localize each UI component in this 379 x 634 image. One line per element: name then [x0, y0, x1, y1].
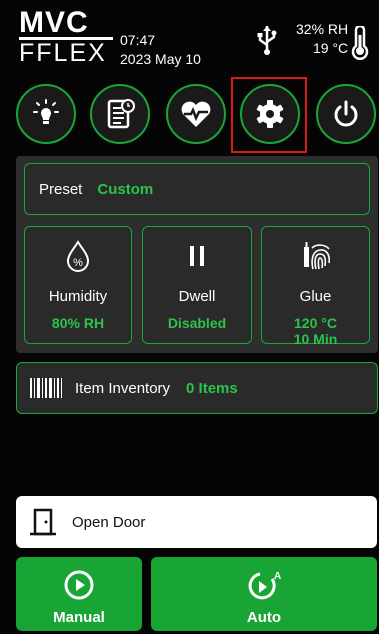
glue-card[interactable]: Glue 120 °C 10 Min — [261, 226, 370, 347]
item-inventory-count: 0 Items — [186, 379, 238, 397]
door-icon — [30, 508, 56, 536]
humidity-readout: 32% RH — [296, 21, 349, 37]
svg-text:A: A — [274, 571, 281, 582]
power-icon — [334, 100, 358, 127]
preset-selector[interactable]: Preset Custom — [24, 163, 370, 215]
dwell-label: Dwell — [178, 288, 216, 305]
open-door-label: Open Door — [72, 513, 146, 531]
barcode-icon — [30, 378, 62, 398]
usb-icon — [256, 25, 278, 55]
open-door-button[interactable]: Open Door — [16, 496, 377, 548]
logo-fflex: FFLEX — [19, 39, 107, 67]
glue-temperature: 120 °C — [294, 315, 337, 331]
dwell-card[interactable]: Dwell Disabled — [142, 226, 252, 344]
item-inventory-label: Item Inventory — [75, 379, 171, 397]
pause-icon — [143, 239, 251, 273]
settings-selection-highlight — [231, 77, 307, 153]
logo-mvc: MVC — [19, 6, 89, 39]
auto-play-icon: A — [248, 571, 281, 600]
humidity-value: 80% RH — [51, 315, 105, 331]
auto-label: Auto — [246, 609, 282, 626]
dwell-value: Disabled — [167, 315, 227, 331]
preset-value: Custom — [97, 180, 154, 198]
glue-fingerprint-icon — [262, 239, 369, 273]
glue-duration: 10 Min — [293, 331, 338, 347]
manual-label: Manual — [53, 609, 105, 626]
heart-pulse-icon — [181, 101, 211, 127]
thermometer-icon — [348, 24, 372, 60]
power-button[interactable] — [316, 84, 376, 144]
checklist-clock-icon — [107, 99, 135, 129]
preset-label: Preset — [39, 180, 83, 198]
humidity-card[interactable]: % Humidity 80% RH — [24, 226, 132, 344]
glue-value: 120 °C 10 Min — [262, 315, 369, 347]
manual-button[interactable]: Manual — [16, 557, 142, 631]
temperature-readout: 19 °C — [313, 40, 349, 56]
play-circle-icon — [64, 570, 94, 600]
humidity-label: Humidity — [48, 288, 108, 305]
lightbulb-icon — [33, 99, 59, 124]
svg-text:%: % — [73, 257, 83, 269]
clock-time: 07:47 — [120, 32, 156, 48]
lights-button[interactable] — [16, 84, 76, 144]
humidity-drop-icon: % — [25, 239, 131, 273]
glue-label: Glue — [299, 288, 332, 305]
auto-button[interactable]: A Auto — [151, 557, 377, 631]
health-button[interactable] — [166, 84, 226, 144]
clock-date: 2023 May 10 — [120, 51, 201, 67]
item-inventory-button[interactable]: Item Inventory 0 Items — [16, 362, 378, 414]
checklist-button[interactable] — [90, 84, 150, 144]
